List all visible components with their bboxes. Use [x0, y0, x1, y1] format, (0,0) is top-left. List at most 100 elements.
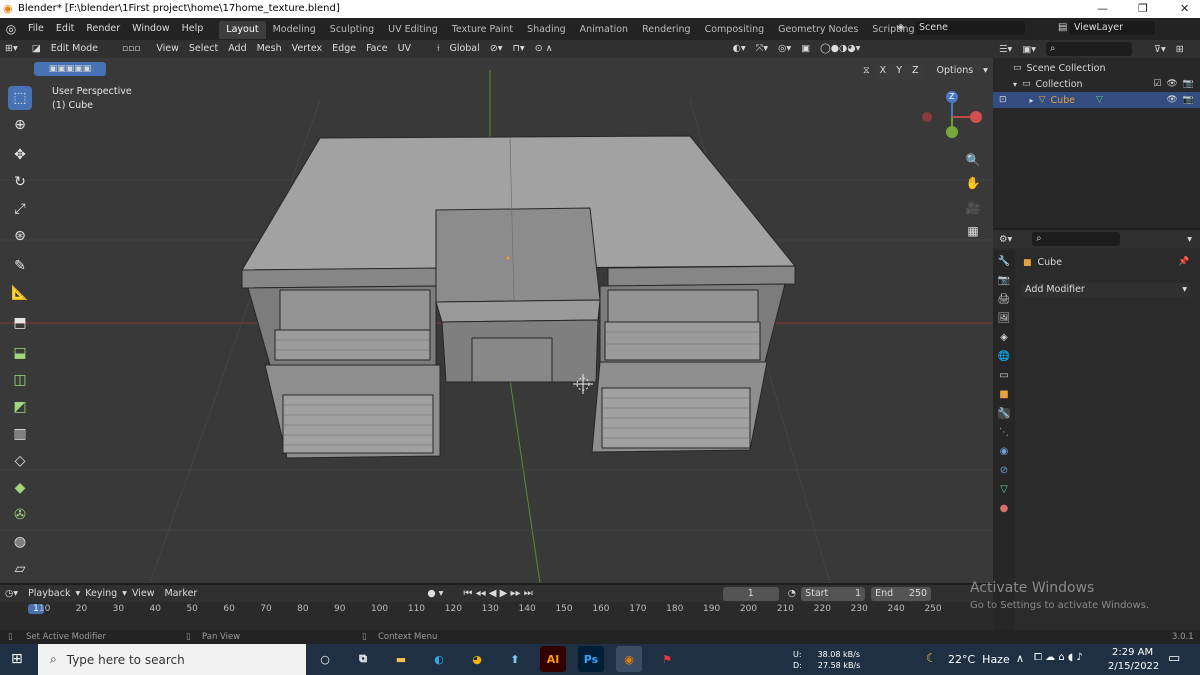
render-camera-icon[interactable]: 📷: [1183, 95, 1194, 105]
outliner-row-scene-collection[interactable]: ▭ Scene Collection: [993, 60, 1200, 76]
tab-animation[interactable]: Animation: [573, 21, 635, 39]
task-view-icon[interactable]: ⧉: [350, 646, 376, 672]
menu-add[interactable]: Add: [223, 41, 251, 57]
bevel-tool[interactable]: ◩: [8, 395, 32, 419]
cortana-icon[interactable]: ○: [312, 646, 338, 672]
menu-edge[interactable]: Edge: [327, 41, 361, 57]
tab-layout[interactable]: Layout: [219, 21, 266, 39]
constraints-tab-icon[interactable]: ⊘: [1000, 465, 1008, 476]
expand-arrow-icon[interactable]: ▾: [1013, 80, 1017, 89]
menu-face[interactable]: Face: [361, 41, 392, 57]
gizmo-toggle-icon[interactable]: ⤧▾: [751, 41, 773, 57]
properties-editor-icon[interactable]: ⚙▾: [999, 234, 1012, 245]
menu-edit[interactable]: Edit: [50, 18, 80, 40]
editor-type-icon[interactable]: ⊞▾: [0, 41, 23, 57]
rotate-tool[interactable]: ↻: [8, 170, 32, 194]
menu-view[interactable]: View: [151, 41, 184, 57]
visibility-icon[interactable]: ◐▾: [728, 41, 751, 57]
chrome-icon[interactable]: ◕: [464, 646, 490, 672]
options-menu[interactable]: Options: [932, 63, 979, 79]
menu-vertex[interactable]: Vertex: [287, 41, 328, 57]
overlay-toggle-icon[interactable]: ◎▾: [773, 41, 796, 57]
add-modifier-button[interactable]: Add Modifier ▾: [1021, 283, 1191, 297]
zoom-icon[interactable]: 🔍: [962, 149, 984, 171]
expand-arrow-icon[interactable]: ▸: [1030, 96, 1034, 105]
system-tray-icons[interactable]: ⧠ ☁ ⌂ ◖ ♪: [1034, 652, 1083, 663]
tray-chevron-up-icon[interactable]: ∧: [1016, 652, 1024, 665]
record-icon[interactable]: ● ▾: [422, 586, 448, 602]
axis-z-toggle[interactable]: Z: [907, 63, 924, 79]
windows-start-icon[interactable]: ⊞: [11, 651, 23, 667]
edge-browser-icon[interactable]: ◐: [426, 646, 452, 672]
3d-viewport[interactable]: Z ⊞▾ ◪ Edit Mode ▫▫▫ View Select Add Mes…: [0, 40, 993, 583]
weather-text[interactable]: 22°C Haze: [948, 653, 1010, 666]
annotate-tool[interactable]: ✎: [8, 254, 32, 278]
start-frame-field[interactable]: Start 1: [801, 586, 866, 601]
end-frame-field[interactable]: End 250: [871, 586, 932, 601]
display-mode-icon[interactable]: ▣▾: [1022, 44, 1036, 55]
shading-mode-icons[interactable]: ◯●◑◕▾: [815, 41, 865, 57]
tab-compositing[interactable]: Compositing: [698, 21, 772, 39]
notification-icon[interactable]: ▭: [1168, 651, 1180, 666]
checkbox-icon[interactable]: ☑: [1153, 79, 1161, 89]
move-tool[interactable]: ✥: [8, 143, 32, 167]
collection-tab-icon[interactable]: ▭: [999, 370, 1008, 381]
grid-view-icon[interactable]: ▦: [962, 220, 984, 242]
snap-icon[interactable]: ⊓▾: [508, 41, 530, 57]
current-frame-field[interactable]: 1: [722, 586, 779, 601]
outliner-editor-icon[interactable]: ☰▾: [999, 44, 1012, 55]
tab-modeling[interactable]: Modeling: [266, 21, 323, 39]
file-explorer-icon[interactable]: ▬: [388, 646, 414, 672]
axis-y-toggle[interactable]: Y: [891, 63, 907, 79]
physics-tab-icon[interactable]: ◉: [1000, 446, 1009, 457]
mode-selector[interactable]: Edit Mode: [46, 41, 103, 57]
tab-scripting[interactable]: Scripting: [865, 21, 921, 39]
timeline-editor-icon[interactable]: ◷▾: [0, 586, 23, 602]
store-icon[interactable]: ⬆: [502, 646, 528, 672]
menu-render[interactable]: Render: [80, 18, 126, 40]
pin-icon[interactable]: 📌: [1178, 257, 1189, 267]
blender-taskbar-icon[interactable]: ◉: [616, 646, 642, 672]
tab-sculpting[interactable]: Sculpting: [323, 21, 381, 39]
scale-tool[interactable]: ⤢: [8, 197, 32, 221]
chevron-down-icon[interactable]: ▾: [1187, 234, 1192, 245]
transform-tool[interactable]: ⊛: [8, 224, 32, 248]
selection-mode-icons[interactable]: ▣▣▣▣▣: [34, 62, 106, 76]
outliner-search-icon[interactable]: ⌕: [1046, 42, 1133, 56]
loop-cut-tool[interactable]: ▥: [8, 422, 32, 446]
view-layer-tab-icon[interactable]: 🖼: [998, 313, 1011, 324]
weather-moon-icon[interactable]: ☾: [926, 651, 937, 665]
tab-shading[interactable]: Shading: [520, 21, 573, 39]
view-layer-selector[interactable]: ViewLayer: [1070, 21, 1155, 35]
menu-window[interactable]: Window: [126, 18, 175, 40]
shear-tool[interactable]: ▱: [8, 557, 32, 581]
tab-geometry-nodes[interactable]: Geometry Nodes: [771, 21, 865, 39]
new-collection-icon[interactable]: ⊞: [1176, 44, 1184, 55]
minimize-icon[interactable]: —: [1097, 2, 1108, 15]
modifier-tab-icon[interactable]: 🔧: [997, 408, 1011, 419]
menu-keying[interactable]: Keying: [80, 586, 122, 602]
blender-menu-icon[interactable]: ◎: [0, 22, 22, 36]
clock-date[interactable]: 2/15/2022: [1108, 661, 1159, 672]
knife-tool[interactable]: ◇: [8, 449, 32, 473]
add-cube-tool[interactable]: ⬒: [8, 311, 32, 335]
menu-select[interactable]: Select: [184, 41, 223, 57]
outliner-row-cube[interactable]: ⊡ ▸ ▽ Cube ▽ 👁 📷: [993, 92, 1200, 108]
eye-icon[interactable]: 👁: [1166, 79, 1177, 89]
measure-tool[interactable]: 📐: [8, 281, 32, 305]
world-tab-icon[interactable]: 🌐: [998, 351, 1010, 362]
transform-orientation-selector[interactable]: Global: [444, 41, 484, 57]
taskbar-search-box[interactable]: ⌕ Type here to search: [38, 644, 306, 675]
select-box-tool[interactable]: ⬚: [8, 86, 32, 110]
inset-tool[interactable]: ◫: [8, 368, 32, 392]
select-mode-icons[interactable]: ▫▫▫: [117, 41, 145, 57]
illustrator-icon[interactable]: AI: [540, 646, 566, 672]
maximize-icon[interactable]: ❐: [1138, 2, 1148, 15]
menu-playback[interactable]: Playback: [23, 586, 75, 602]
cursor-tool[interactable]: ⊕: [8, 113, 32, 137]
menu-mesh[interactable]: Mesh: [252, 41, 287, 57]
camera-icon[interactable]: 🎥: [962, 197, 984, 219]
extrude-tool[interactable]: ⬓: [8, 341, 32, 365]
tool-tab-icon[interactable]: 🔧: [998, 256, 1010, 267]
properties-search-icon[interactable]: ⌕: [1032, 232, 1121, 246]
